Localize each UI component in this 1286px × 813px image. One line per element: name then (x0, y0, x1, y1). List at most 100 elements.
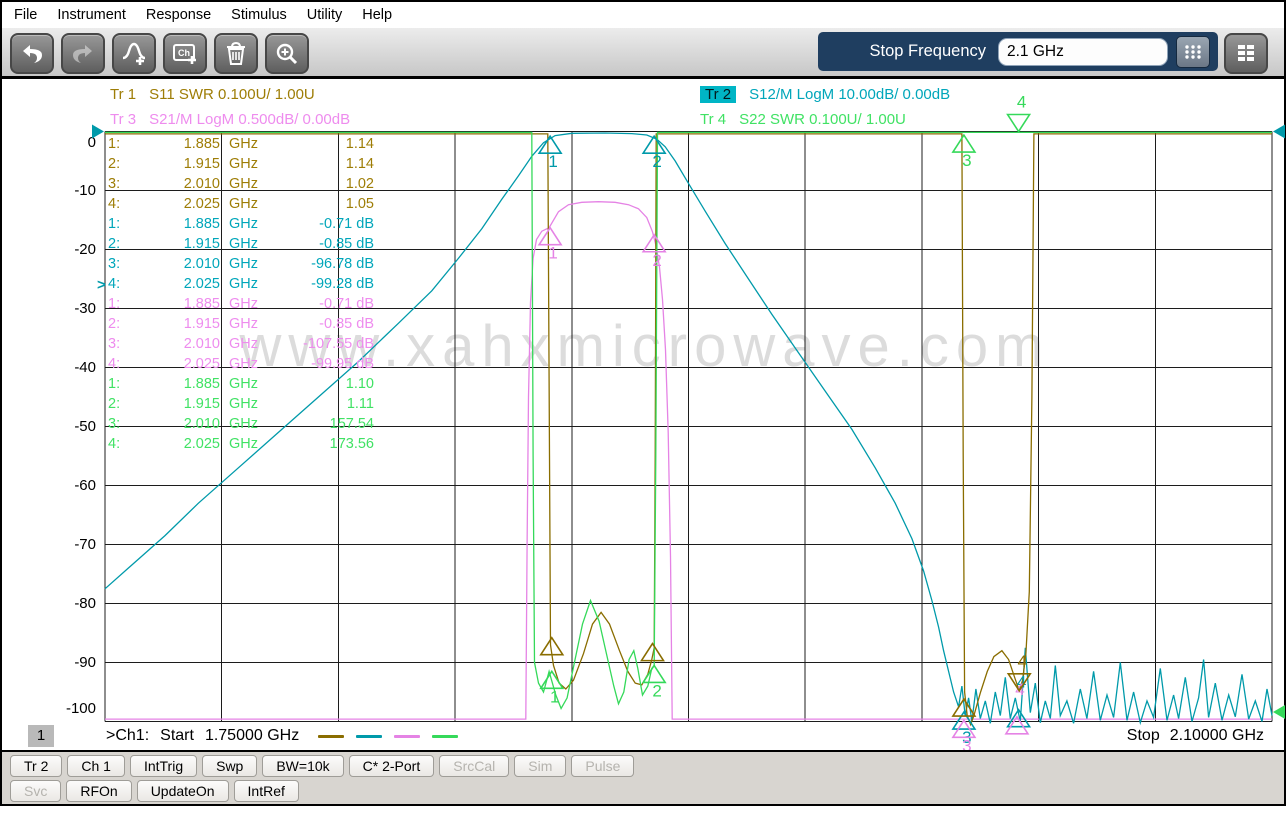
marker-row: 2: 1.915 GHz -0.85 dB (108, 314, 374, 334)
layout-button[interactable] (1224, 33, 1268, 74)
stop-frequency-panel: Stop Frequency (818, 32, 1218, 71)
zoom-in-button[interactable] (265, 33, 309, 74)
trace-header-tr1[interactable]: Tr 1 S11 SWR 0.100U/ 1.00U (110, 86, 315, 103)
trace-id: Tr 1 (110, 86, 136, 103)
marker-frequency-unit: GHz (220, 274, 279, 294)
trace-header-tr3[interactable]: Tr 3 S21/M LogM 0.500dB/ 0.00dB (110, 111, 350, 128)
marker-frequency: 2.025 (146, 274, 220, 294)
trace-color-swatches (318, 735, 458, 738)
marker-frequency-unit: GHz (220, 414, 279, 434)
marker-table: 1: 1.885 GHz 1.14 2: 1.915 GHz 1.14 3: 2… (108, 134, 374, 454)
status-button[interactable]: RFOn (66, 780, 131, 802)
stop-frequency-group: Stop 2.10000 GHz (1127, 727, 1264, 745)
marker-row: 4: 2.025 GHz 1.05 (108, 194, 374, 214)
status-row-1: Tr 2Ch 1IntTrigSwpBW=10k C* 2-PortSrcCalS… (2, 752, 1284, 777)
trace-color-swatch (318, 735, 344, 738)
marker-number: 4: (108, 434, 146, 454)
status-button[interactable]: IntRef (234, 780, 299, 802)
marker-frequency: 2.025 (146, 194, 220, 214)
menu-item[interactable]: Help (362, 7, 403, 23)
status-button[interactable]: Ch 1 (67, 755, 125, 777)
trace-definition: S21/M LogM 0.500dB/ 0.00dB (149, 111, 350, 128)
marker-number: 4: (108, 274, 146, 294)
trace-header-tr2[interactable]: Tr 2 S12/M LogM 10.00dB/ 0.00dB (700, 86, 950, 103)
status-button[interactable]: C* 2-Port (349, 755, 435, 777)
y-axis-label: 0 (32, 134, 96, 152)
marker-value: -0.71 dB (279, 214, 374, 234)
marker-value: 157.54 (279, 414, 374, 434)
y-axis-label: -90 (32, 654, 96, 672)
menu-item[interactable]: Stimulus (231, 7, 298, 23)
redo-button[interactable] (61, 33, 105, 74)
svg-text:Ch: Ch (178, 48, 190, 58)
marker-frequency-unit: GHz (220, 154, 279, 174)
toolbar: Ch Stop Frequency (2, 28, 1284, 79)
marker-value: 1.14 (279, 154, 374, 174)
status-button[interactable]: IntTrig (130, 755, 197, 777)
trace-header-tr4[interactable]: Tr 4 S22 SWR 0.100U/ 1.00U (700, 111, 906, 128)
marker-frequency-unit: GHz (220, 214, 279, 234)
channel-indicator[interactable]: 1 (28, 725, 54, 747)
marker-frequency: 1.885 (146, 374, 220, 394)
marker-frequency: 2.010 (146, 174, 220, 194)
menu-item[interactable]: Utility (307, 7, 353, 23)
marker-number: 3: (108, 254, 146, 274)
status-button[interactable]: Tr 2 (10, 755, 62, 777)
keypad-icon (1183, 43, 1203, 61)
trace-id: Tr 3 (110, 111, 136, 128)
y-axis-label: -100 (32, 700, 96, 718)
marker-number: 2: (108, 394, 146, 414)
status-button[interactable]: Sim (514, 755, 566, 777)
marker-value: -99.28 dB (279, 274, 374, 294)
marker-row: 1: 1.885 GHz 1.10 (108, 374, 374, 394)
marker-frequency-unit: GHz (220, 434, 279, 454)
marker-row: 4: 2.025 GHz -99.28 dB (108, 274, 374, 294)
marker-frequency-unit: GHz (220, 374, 279, 394)
zoom-in-icon (275, 42, 299, 66)
delete-button[interactable] (214, 33, 258, 74)
marker-frequency: 1.885 (146, 294, 220, 314)
marker-number: 2: (108, 314, 146, 334)
status-button[interactable]: Svc (10, 780, 61, 802)
start-label: Start (160, 727, 194, 745)
marker-frequency-unit: GHz (220, 254, 279, 274)
menu-item[interactable]: Response (146, 7, 222, 23)
marker-frequency-unit: GHz (220, 334, 279, 354)
trace-id-active: Tr 2 (700, 86, 736, 103)
marker-frequency-unit: GHz (220, 134, 279, 154)
menu-item[interactable]: File (14, 7, 48, 23)
undo-button[interactable] (10, 33, 54, 74)
y-axis-label: -70 (32, 536, 96, 554)
menu-item[interactable]: Instrument (57, 7, 137, 23)
channel-add-button[interactable]: Ch (163, 33, 207, 74)
trace-add-button[interactable] (112, 33, 156, 74)
status-button[interactable]: BW=10k (262, 755, 343, 777)
trace-definition: S22 SWR 0.100U/ 1.00U (739, 111, 906, 128)
marker-number: 2: (108, 234, 146, 254)
stop-value: 2.10000 GHz (1170, 727, 1264, 745)
marker-row: 3: 2.010 GHz -107.55 dB (108, 334, 374, 354)
marker-frequency: 1.915 (146, 154, 220, 174)
start-value: 1.75000 GHz (205, 727, 299, 745)
trace-add-icon (121, 42, 147, 66)
marker-frequency-unit: GHz (220, 314, 279, 334)
keypad-button[interactable] (1176, 36, 1210, 68)
status-button[interactable]: Swp (202, 755, 257, 777)
menu-bar: File Instrument Response Stimulus Utility Hel… (2, 2, 1284, 28)
marker-number: 1: (108, 374, 146, 394)
toolbar-button-group: Ch (10, 33, 309, 74)
stop-frequency-input[interactable] (998, 38, 1168, 66)
marker-frequency-unit: GHz (220, 394, 279, 414)
stop-frequency-label: Stop Frequency (870, 42, 986, 61)
trace-color-swatch (356, 735, 382, 738)
channel-add-icon: Ch (172, 42, 198, 66)
marker-row: 1: 1.885 GHz -0.71 dB (108, 294, 374, 314)
marker-row: 3: 2.010 GHz 157.54 (108, 414, 374, 434)
marker-frequency: 2.010 (146, 334, 220, 354)
marker-row: 3: 2.010 GHz -96.78 dB (108, 254, 374, 274)
status-button[interactable]: SrcCal (439, 755, 509, 777)
y-axis-label: -50 (32, 418, 96, 436)
status-button[interactable]: Pulse (571, 755, 634, 777)
status-button[interactable]: UpdateOn (137, 780, 229, 802)
trace-color-swatch (394, 735, 420, 738)
